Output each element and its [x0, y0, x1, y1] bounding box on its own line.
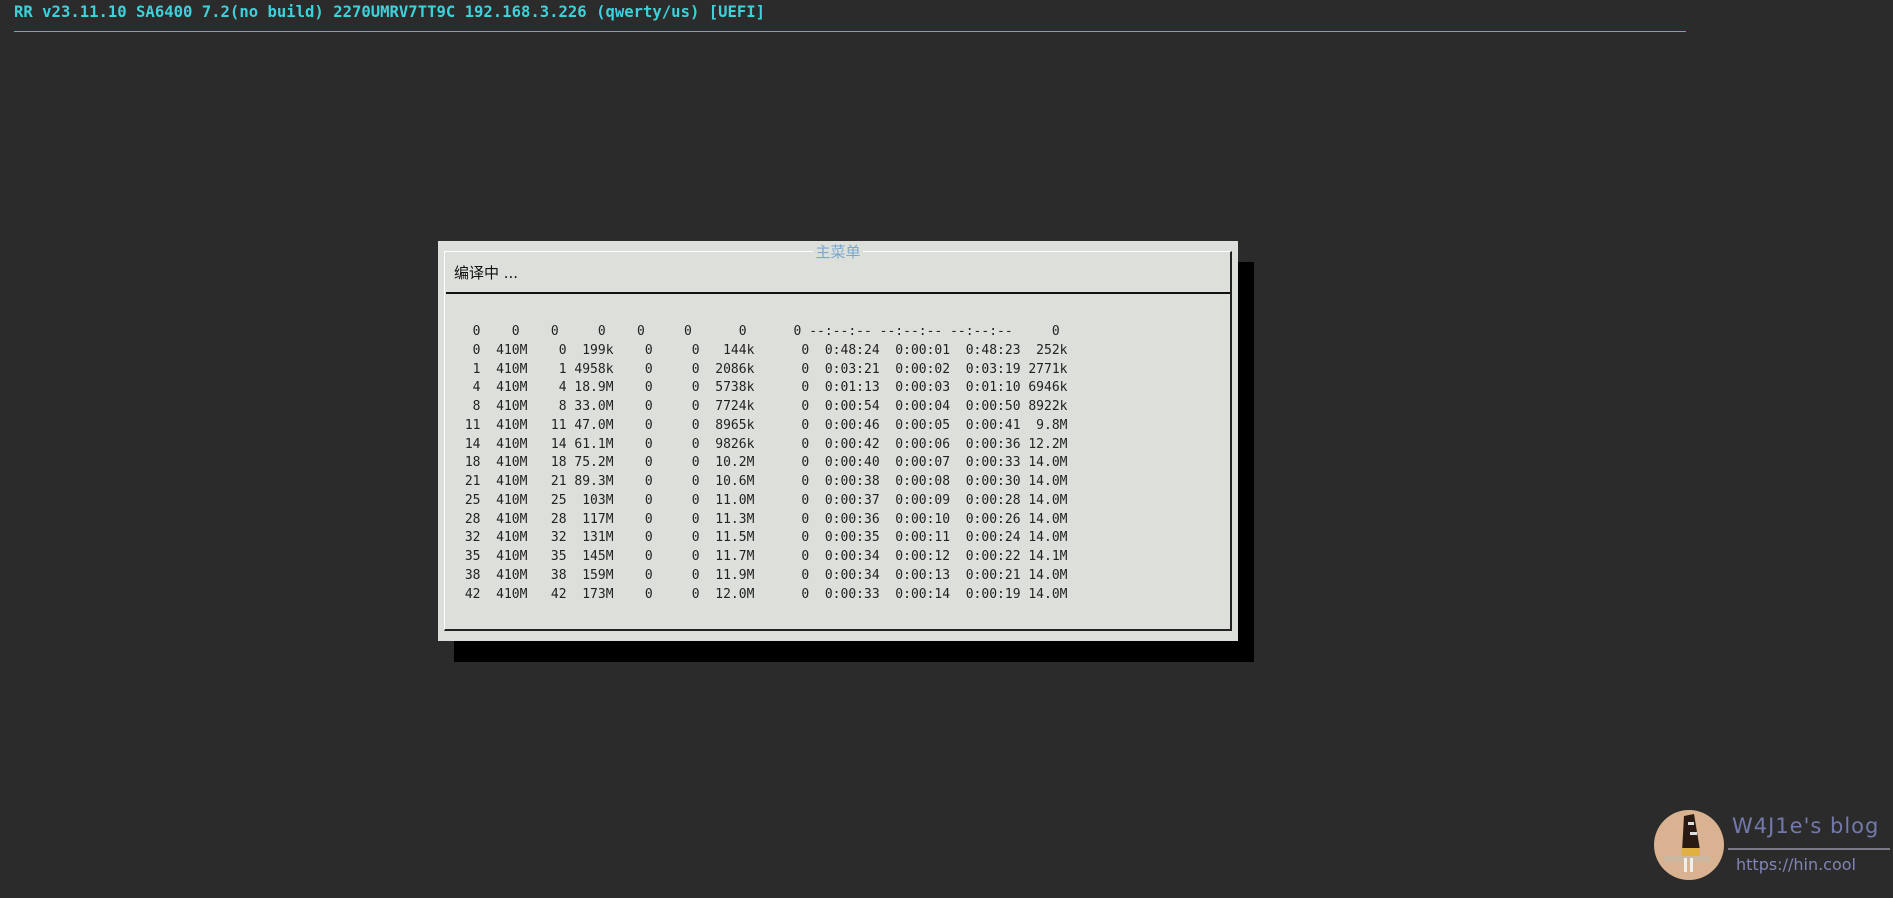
progress-row: 42 410M 42 173M 0 0 12.0M 0 0:00:33 0:00…	[457, 586, 1068, 602]
progress-row: 18 410M 18 75.2M 0 0 10.2M 0 0:00:40 0:0…	[457, 455, 1068, 471]
progress-row: 21 410M 21 89.3M 0 0 10.6M 0 0:00:38 0:0…	[457, 474, 1068, 489]
dialog-title: 主菜单	[438, 241, 1238, 262]
status-header: RR v23.11.10 SA6400 7.2(no build) 2270UM…	[14, 3, 766, 21]
watermark: W4J1e's blog https://hin.cool	[1654, 810, 1893, 880]
dialog-divider	[446, 292, 1230, 294]
progress-row: 28 410M 28 117M 0 0 11.3M 0 0:00:36 0:00…	[457, 511, 1068, 527]
watermark-name: W4J1e's blog	[1732, 814, 1880, 838]
progress-row: 14 410M 14 61.1M 0 0 9826k 0 0:00:42 0:0…	[457, 436, 1068, 452]
progress-row: 4 410M 4 18.9M 0 0 5738k 0 0:01:13 0:00:…	[457, 380, 1068, 396]
main-menu-dialog: 主菜单 编译中 ... 0 0 0 0 0 0 0 0 --:--:-- --:…	[438, 241, 1238, 641]
download-progress-log: 0 0 0 0 0 0 0 0 --:--:-- --:--:-- --:--:…	[457, 323, 1068, 604]
progress-row: 0 410M 0 199k 0 0 144k 0 0:48:24 0:00:01…	[457, 342, 1068, 358]
progress-row: 35 410M 35 145M 0 0 11.7M 0 0:00:34 0:00…	[457, 549, 1068, 564]
progress-row: 0 0 0 0 0 0 0 0 --:--:-- --:--:-- --:--:…	[457, 324, 1060, 339]
progress-status: 编译中 ...	[454, 264, 519, 282]
progress-row: 32 410M 32 131M 0 0 11.5M 0 0:00:35 0:00…	[457, 530, 1068, 546]
header-divider	[14, 31, 1686, 32]
watermark-url: https://hin.cool	[1736, 855, 1856, 874]
dialog-title-text: 主菜单	[813, 243, 863, 261]
watermark-divider	[1728, 848, 1890, 850]
progress-row: 38 410M 38 159M 0 0 11.9M 0 0:00:34 0:00…	[457, 567, 1068, 583]
progress-row: 8 410M 8 33.0M 0 0 7724k 0 0:00:54 0:00:…	[457, 399, 1068, 414]
progress-row: 25 410M 25 103M 0 0 11.0M 0 0:00:37 0:00…	[457, 492, 1068, 508]
avatar	[1654, 810, 1724, 880]
progress-row: 1 410M 1 4958k 0 0 2086k 0 0:03:21 0:00:…	[457, 361, 1068, 377]
progress-row: 11 410M 11 47.0M 0 0 8965k 0 0:00:46 0:0…	[457, 417, 1068, 433]
